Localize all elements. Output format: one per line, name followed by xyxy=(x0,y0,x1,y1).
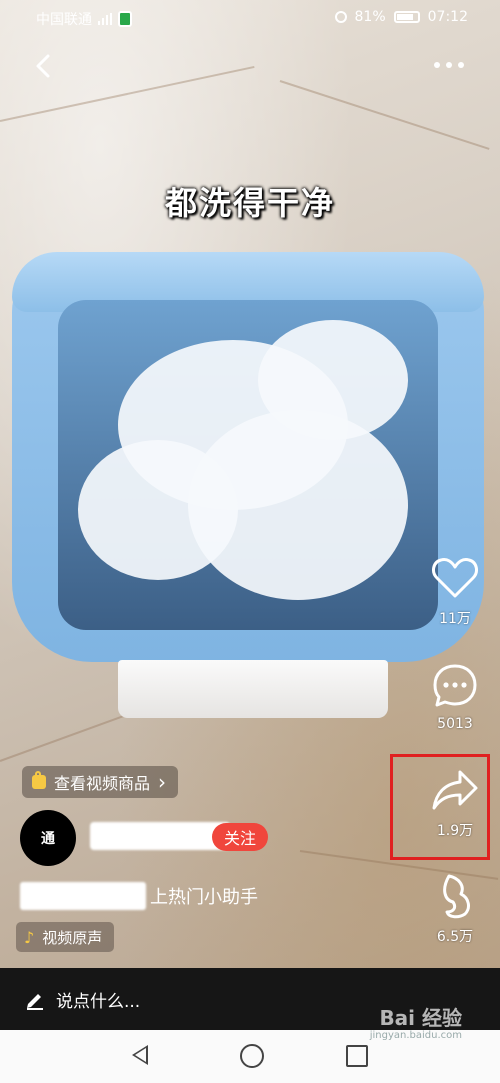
comment-button[interactable]: 5013 xyxy=(415,662,495,732)
like-button[interactable]: 11万 xyxy=(415,556,495,628)
carrier-label: 中国联通 xyxy=(36,12,92,28)
watermark-logo: Bai 经验 xyxy=(379,1006,462,1030)
nav-recents-icon[interactable] xyxy=(346,1045,368,1067)
clock: 07:12 xyxy=(427,9,468,25)
status-bar: 中国联通 81% 07:12 xyxy=(0,0,500,34)
like-count: 11万 xyxy=(439,611,471,627)
avatar-text: 通 xyxy=(41,831,55,847)
flame-icon xyxy=(443,874,470,919)
music-chip[interactable]: ♪ 视频原声 xyxy=(16,922,115,952)
pencil-icon xyxy=(27,994,43,1010)
battery-icon xyxy=(393,11,420,23)
description-text: 上热门小助手 xyxy=(150,887,258,908)
author-avatar[interactable]: 通 xyxy=(20,810,76,866)
heart-icon xyxy=(432,558,478,598)
view-product-chip[interactable]: 查看视频商品 › xyxy=(22,766,179,798)
machine-base xyxy=(118,660,388,718)
chevron-right-icon: › xyxy=(158,770,167,794)
nav-home-icon[interactable] xyxy=(240,1044,264,1068)
battery-percent: 81% xyxy=(354,9,386,25)
nav-back-icon[interactable] xyxy=(132,1045,148,1065)
shopping-bag-icon xyxy=(32,771,46,789)
highlight-annotation-box xyxy=(390,754,490,860)
back-arrow-icon[interactable] xyxy=(30,52,58,80)
author-name-redacted[interactable] xyxy=(90,822,230,850)
product-chip-label: 查看视频商品 xyxy=(54,774,151,793)
comment-count: 5013 xyxy=(437,716,473,732)
video-description: 上热门小助手 xyxy=(20,882,258,910)
music-note-icon: ♪ xyxy=(24,927,35,947)
extra-action-button[interactable]: 6.5万 xyxy=(415,872,495,946)
comment-placeholder: 说点什么... xyxy=(56,991,141,1012)
follow-button[interactable]: 关注 xyxy=(212,823,269,851)
more-options-icon[interactable] xyxy=(434,58,470,72)
app-notification-icon xyxy=(118,11,132,27)
signal-icon xyxy=(98,13,112,25)
alarm-icon xyxy=(334,11,347,23)
music-label: 视频原声 xyxy=(42,928,103,947)
comment-bubble-icon xyxy=(433,664,477,707)
video-caption: 都洗得干净 xyxy=(164,184,335,222)
watermark-url: jingyan.baidu.com xyxy=(369,1030,462,1041)
extra-count: 6.5万 xyxy=(436,929,474,945)
description-redacted xyxy=(20,882,146,910)
